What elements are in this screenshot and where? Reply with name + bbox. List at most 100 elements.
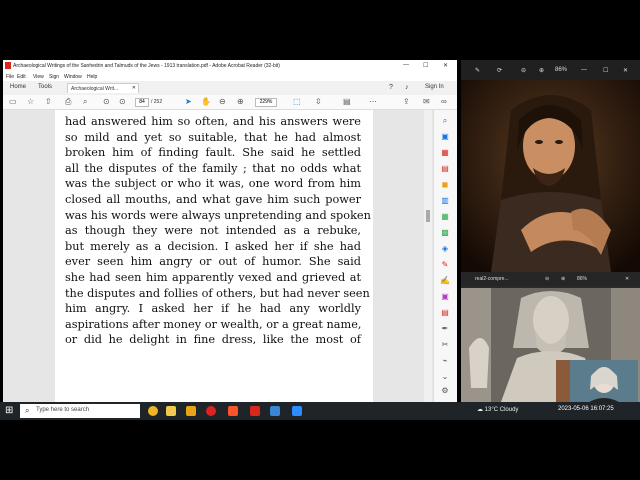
zoom-in-icon[interactable]: ⊕ — [539, 67, 544, 74]
tab-document-label: Archaeological Writ... — [71, 86, 119, 92]
statue-image — [461, 288, 640, 402]
accessibility-icon[interactable]: ⌁ — [440, 356, 450, 366]
search-placeholder: Type here to search — [36, 407, 90, 413]
photo-viewer-top: ✎ ⟳ ⊖ ⊕ 86% — ☐ ✕ — [461, 60, 640, 272]
system-clock[interactable]: 2023-05-06 16:07:25 — [558, 406, 614, 412]
comment-icon[interactable]: ▤ — [343, 97, 351, 107]
maximize-button[interactable]: ☐ — [603, 67, 608, 74]
star-icon[interactable]: ☆ — [27, 97, 34, 107]
zoom-level[interactable]: 229% — [255, 98, 277, 107]
fill-sign-icon[interactable]: ✍ — [440, 276, 450, 286]
menu-help[interactable]: Help — [87, 74, 97, 80]
tab-document[interactable]: Archaeological Writ... ✕ — [67, 83, 139, 93]
tab-home[interactable]: Home — [10, 84, 26, 90]
combine-files-icon[interactable]: ▥ — [440, 196, 450, 206]
scroll-mode-icon[interactable]: ⇳ — [315, 97, 322, 107]
menu-file[interactable]: File — [6, 74, 14, 80]
zoom-in-icon[interactable]: ⊕ — [561, 276, 565, 282]
protect-icon[interactable]: ✎ — [440, 260, 450, 270]
close-button[interactable]: ✕ — [443, 62, 448, 69]
rotate-icon[interactable]: ⟳ — [497, 67, 502, 74]
comment-tool-icon[interactable]: ◼ — [440, 180, 450, 190]
text-line: as though they were not intended as a re… — [65, 224, 361, 238]
windows-start-icon[interactable]: ⊞ — [5, 406, 13, 416]
zoom-out-icon[interactable]: ⊖ — [521, 67, 526, 74]
zoom-level[interactable]: 86% — [577, 276, 587, 282]
export-pdf-icon[interactable]: ▣ — [440, 132, 450, 142]
more-tools-icon[interactable]: ⋯ — [369, 97, 377, 107]
menu-bar: File Edit View Sign Window Help — [3, 72, 457, 81]
menu-view[interactable]: View — [33, 74, 44, 80]
weather-widget[interactable]: ☁ 13°C Cloudy — [477, 406, 518, 413]
vlc-icon[interactable] — [186, 406, 196, 416]
maximize-button[interactable]: ☐ — [423, 62, 428, 69]
close-button[interactable]: ✕ — [623, 67, 628, 74]
page-number-input[interactable]: 84 — [135, 98, 149, 107]
tab-tools[interactable]: Tools — [38, 84, 52, 90]
zoom-app-icon[interactable] — [292, 406, 302, 416]
window-title: Archaeological Writings of the Sanhedrin… — [13, 63, 280, 69]
create-icon[interactable]: ▭ — [9, 97, 17, 107]
cloud-icon: ☁ — [477, 407, 483, 413]
page-up-icon[interactable]: ⊙ — [103, 97, 110, 107]
viewer-bottom-toolbar: real2-compre... ⊖ ⊕ 86% ✕ — [461, 272, 640, 286]
scroll-thumb[interactable] — [426, 210, 430, 222]
vertical-scrollbar[interactable] — [424, 110, 432, 402]
send-for-comments-icon[interactable]: ▤ — [440, 308, 450, 318]
opera-icon[interactable] — [206, 406, 216, 416]
text-line: so mild and yet so suitable, that he had… — [65, 130, 361, 144]
fit-page-icon[interactable]: ⬚ — [293, 97, 301, 107]
page-down-icon[interactable]: ⊙ — [119, 97, 126, 107]
minimize-button[interactable]: — — [403, 62, 409, 68]
help-icon[interactable]: ? — [389, 84, 393, 91]
mail-icon[interactable]: ✉ — [423, 97, 430, 107]
tab-close-icon[interactable]: ✕ — [132, 85, 136, 91]
collapse-chevron-icon[interactable]: ⌄ — [440, 372, 450, 382]
text-line: was his words were always unpretending a… — [65, 208, 371, 222]
organize-pages-icon[interactable]: ▦ — [440, 212, 450, 222]
edit-pdf-icon[interactable]: ▦ — [440, 148, 450, 158]
menu-edit[interactable]: Edit — [17, 74, 26, 80]
browser-icon[interactable] — [148, 406, 158, 416]
menu-sign[interactable]: Sign — [49, 74, 59, 80]
brave-icon[interactable] — [228, 406, 238, 416]
link-icon[interactable]: ∞ — [441, 97, 447, 107]
file-explorer-icon[interactable] — [166, 406, 176, 416]
compress-pdf-icon[interactable]: ▩ — [440, 228, 450, 238]
menu-window[interactable]: Window — [64, 74, 82, 80]
select-cursor-icon[interactable]: ➤ — [185, 97, 192, 107]
share-icon[interactable]: ⇪ — [403, 97, 410, 107]
print-icon[interactable]: ⎙ — [65, 97, 71, 107]
zoom-in-icon[interactable]: ⊕ — [237, 97, 244, 107]
tab-bar: Home Tools Archaeological Writ... ✕ ? ♪ … — [3, 81, 457, 96]
more-tools-pane-icon[interactable]: ⚙ — [440, 386, 450, 396]
zoom-out-icon[interactable]: ⊖ — [219, 97, 226, 107]
text-line: was the subject or who it was, one word … — [65, 177, 361, 191]
text-line: or did he delight in fine dress, like th… — [65, 333, 361, 347]
bell-icon[interactable]: ♪ — [405, 84, 409, 91]
upload-icon[interactable]: ⇧ — [45, 97, 52, 107]
zoom-level[interactable]: 86% — [555, 67, 567, 73]
viewer-top-toolbar: ✎ ⟳ ⊖ ⊕ 86% — ☐ ✕ — [461, 60, 640, 80]
webcam-feed — [556, 360, 638, 402]
text-line: had answered him so often, and his answe… — [65, 115, 361, 128]
text-line: the disputes and follies of others, but … — [65, 286, 370, 300]
sign-in-link[interactable]: Sign In — [425, 84, 444, 90]
pen-icon[interactable]: ✒ — [440, 324, 450, 334]
minimize-button[interactable]: — — [581, 67, 587, 73]
request-signature-icon[interactable]: ▣ — [440, 292, 450, 302]
create-pdf-icon[interactable]: ▤ — [440, 164, 450, 174]
taskbar-search-input[interactable]: ⌕ Type here to search — [20, 404, 140, 418]
weather-text: 13°C Cloudy — [484, 407, 519, 413]
acrobat-taskbar-icon[interactable] — [250, 406, 260, 416]
edit-image-icon[interactable]: ✎ — [475, 67, 480, 74]
acrobat-window: Archaeological Writings of the Sanhedrin… — [3, 60, 457, 402]
photos-icon[interactable] — [270, 406, 280, 416]
redact-icon[interactable]: ◈ — [440, 244, 450, 254]
search-icon[interactable]: ⌕ — [83, 97, 87, 107]
search-tool-icon[interactable]: ⌕ — [440, 116, 450, 126]
measure-icon[interactable]: ✂ — [440, 340, 450, 350]
hand-icon[interactable]: ✋ — [201, 97, 211, 107]
zoom-out-icon[interactable]: ⊖ — [545, 276, 549, 282]
close-button[interactable]: ✕ — [625, 276, 629, 282]
